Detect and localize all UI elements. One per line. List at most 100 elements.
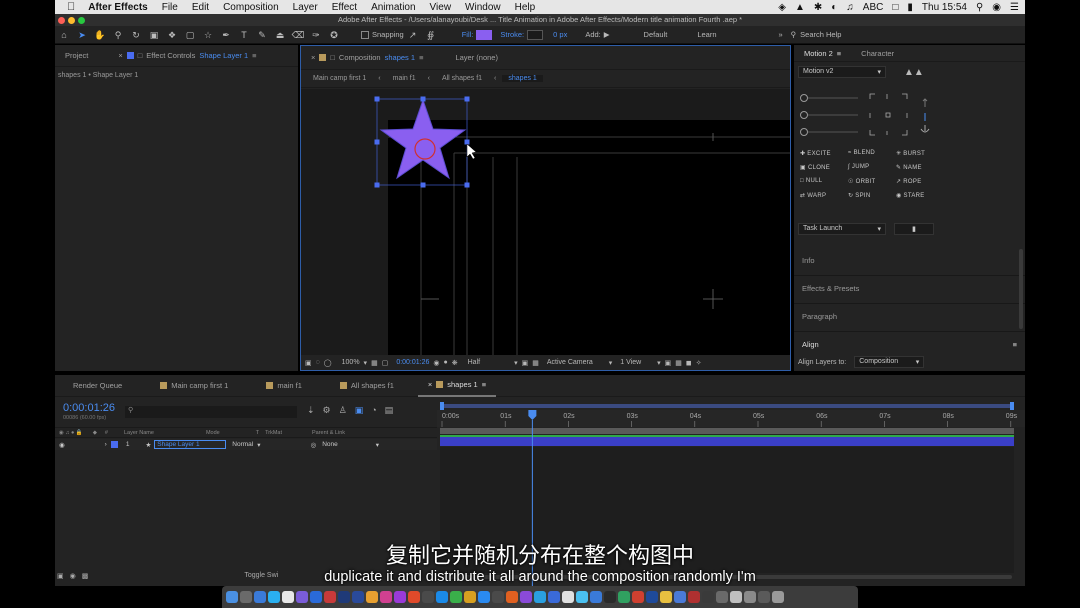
menu-help[interactable]: Help: [508, 2, 543, 13]
add-property-icon[interactable]: ▶: [604, 30, 610, 39]
tab-all-shapes[interactable]: All shapes f1: [330, 381, 404, 390]
dock-app-icon[interactable]: [772, 591, 784, 603]
puppet-tool-icon[interactable]: ✪: [327, 29, 341, 41]
zoom-tool-icon[interactable]: ⚲: [111, 29, 125, 41]
effect-null[interactable]: □ NULL: [800, 178, 848, 185]
transform-handle[interactable]: [464, 96, 470, 102]
pan-behind-tool-icon[interactable]: ❖: [165, 29, 179, 41]
status-wifi-icon[interactable]: ◐: [831, 2, 837, 13]
dock-app-icon[interactable]: [254, 591, 266, 603]
menu-window[interactable]: Window: [458, 2, 508, 13]
status-bluetooth-icon[interactable]: ✱: [814, 2, 822, 13]
tab-render-queue[interactable]: Render Queue: [63, 381, 132, 390]
work-area-bar[interactable]: [442, 404, 1012, 408]
safe-zone-icon[interactable]: ▢: [382, 359, 389, 367]
layer-parent[interactable]: None: [322, 441, 338, 448]
task-launch-button[interactable]: ▮: [894, 223, 934, 235]
expand-arrow-icon[interactable]: ›: [105, 441, 107, 448]
align-layers-select[interactable]: Composition ▾: [854, 356, 925, 368]
layer-label-color[interactable]: [110, 441, 118, 448]
hand-tool-icon[interactable]: ✋: [93, 29, 107, 41]
panel-menu-icon[interactable]: ≡: [252, 51, 256, 60]
work-area-start-handle[interactable]: [440, 402, 444, 410]
tab-character[interactable]: Character: [851, 49, 904, 58]
effect-burst[interactable]: ✳ BURST: [896, 150, 946, 157]
resolution-select[interactable]: Half: [468, 359, 480, 366]
workspace-default[interactable]: Default: [644, 30, 668, 39]
status-clock[interactable]: Thu 15:54: [922, 2, 967, 13]
close-tab-icon[interactable]: ×: [118, 51, 122, 60]
status-vlc-icon[interactable]: ▲: [795, 2, 805, 13]
dock-app-icon[interactable]: [590, 591, 602, 603]
dock-app-icon[interactable]: [660, 591, 672, 603]
dock-app-icon[interactable]: [492, 591, 504, 603]
snapping-toggle[interactable]: Snapping: [361, 30, 404, 39]
region-of-interest-icon[interactable]: ▣: [522, 359, 529, 367]
effect-excite[interactable]: ✚ EXCITE: [800, 150, 848, 157]
effect-name[interactable]: ✎ NAME: [896, 164, 946, 171]
status-app-icon[interactable]: ◈: [778, 2, 786, 13]
dock-app-icon[interactable]: [324, 591, 336, 603]
section-paragraph[interactable]: Paragraph: [794, 304, 1025, 332]
menu-layer[interactable]: Layer: [286, 2, 325, 13]
breadcrumb-shapes-1[interactable]: shapes 1: [502, 75, 543, 82]
dock-app-icon[interactable]: [576, 591, 588, 603]
work-area-end-handle[interactable]: [1010, 402, 1014, 410]
dock-app-icon[interactable]: [646, 591, 658, 603]
transform-handle[interactable]: [374, 96, 380, 102]
dock-app-icon[interactable]: [534, 591, 546, 603]
draft-3d-icon[interactable]: ⚙: [323, 405, 331, 416]
menu-effect[interactable]: Effect: [325, 2, 364, 13]
right-panel-scrollbar[interactable]: [1019, 249, 1023, 329]
effect-clone[interactable]: ▣ CLONE: [800, 164, 848, 171]
transform-handle[interactable]: [420, 96, 426, 102]
tab-project[interactable]: Project: [55, 51, 98, 60]
siri-icon[interactable]: ◉: [992, 2, 1001, 13]
effect-rope[interactable]: ↗ ROPE: [896, 178, 946, 185]
viewer-timecode[interactable]: 0:00:01:26: [396, 359, 429, 366]
brush-tool-icon[interactable]: ✎: [255, 29, 269, 41]
menu-composition[interactable]: Composition: [216, 2, 286, 13]
effect-warp[interactable]: ⇄ WARP: [800, 192, 848, 199]
effect-jump[interactable]: ∫ JUMP: [848, 164, 896, 171]
tab-main-f1[interactable]: main f1: [256, 381, 312, 390]
selection-tool-icon[interactable]: ➤: [75, 29, 89, 41]
chevron-down-icon[interactable]: ▾: [514, 359, 518, 367]
effect-stare[interactable]: ◉ STARE: [896, 192, 946, 199]
graph-editor-icon[interactable]: ▤: [385, 405, 394, 416]
reset-exposure-icon[interactable]: ✧: [696, 359, 702, 367]
notification-center-icon[interactable]: ☰: [1010, 2, 1019, 13]
dock-app-icon[interactable]: [688, 591, 700, 603]
dock-app-icon[interactable]: [268, 591, 280, 603]
dock-app-icon[interactable]: [716, 591, 728, 603]
search-help-input[interactable]: Search Help: [800, 30, 841, 39]
snapping-checkbox[interactable]: [361, 30, 369, 39]
tab-motion[interactable]: Motion 2 ≡: [794, 49, 851, 58]
effect-spin[interactable]: ↻ SPIN: [848, 192, 896, 199]
transform-handle[interactable]: [374, 182, 380, 188]
pickwhip-icon[interactable]: ◎: [311, 441, 317, 449]
motion-version-select[interactable]: Motion v2 ▾: [798, 66, 886, 78]
menu-file[interactable]: File: [155, 2, 185, 13]
tab-composition[interactable]: × □ Composition shapes 1 ≡: [301, 53, 433, 62]
workspace-learn[interactable]: Learn: [697, 30, 716, 39]
dock-app-icon[interactable]: [744, 591, 756, 603]
rectangle-tool-icon[interactable]: ▢: [183, 29, 197, 41]
transform-handle[interactable]: [374, 139, 380, 145]
dock-app-icon[interactable]: [226, 591, 238, 603]
dock-app-icon[interactable]: [380, 591, 392, 603]
dock-app-icon[interactable]: [506, 591, 518, 603]
chevron-down-icon[interactable]: ▾: [657, 359, 661, 367]
col-layer-name[interactable]: Layer Name: [124, 430, 154, 436]
motion-blur-icon[interactable]: ◔: [371, 405, 376, 416]
snapshot-icon[interactable]: ▣: [305, 359, 312, 367]
color-channels-icon[interactable]: ❋: [452, 359, 458, 367]
layer-mode[interactable]: Normal: [232, 441, 253, 448]
tab-main-camp[interactable]: Main camp first 1: [150, 381, 238, 390]
close-tab-icon[interactable]: ×: [311, 53, 315, 62]
dock-app-icon[interactable]: [352, 591, 364, 603]
slider-knob[interactable]: [800, 94, 808, 102]
breadcrumb-main-camp[interactable]: Main camp first 1: [307, 75, 372, 82]
tab-effect-controls[interactable]: × □ Effect Controls Shape Layer 1 ≡: [108, 51, 266, 60]
workspace-more-icon[interactable]: »: [779, 30, 783, 39]
